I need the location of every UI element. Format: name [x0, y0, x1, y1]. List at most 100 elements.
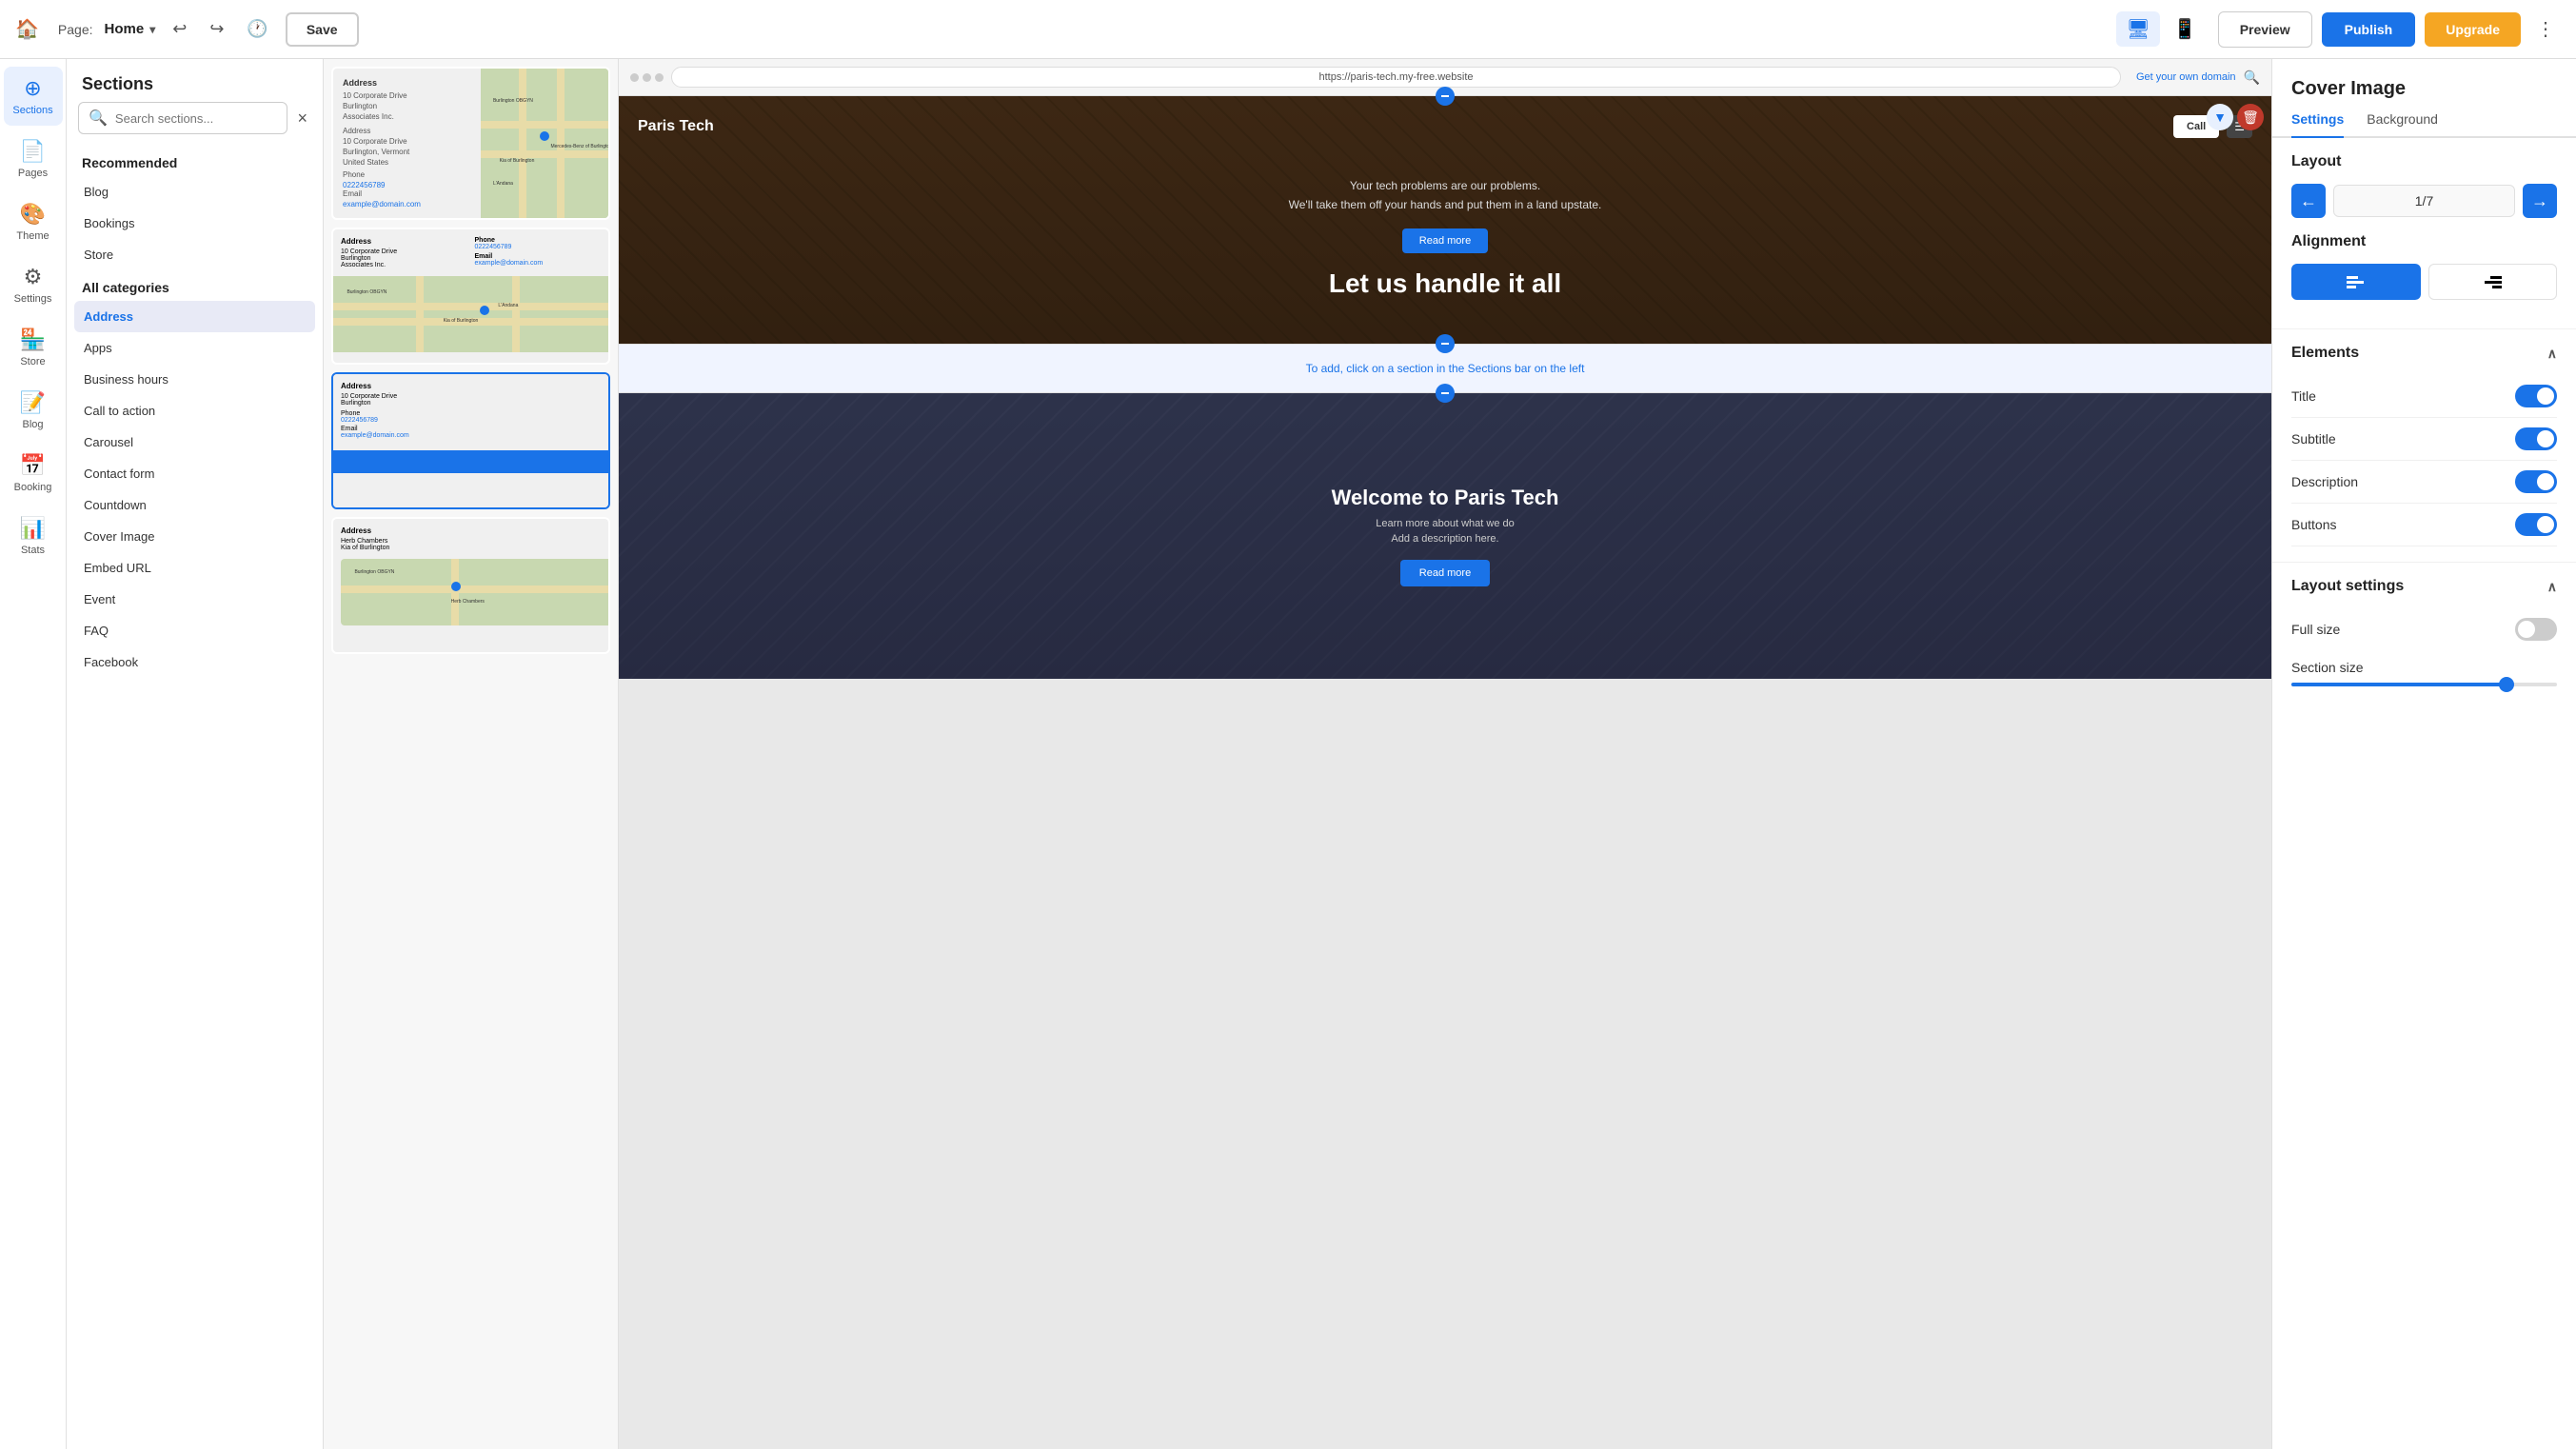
history-button[interactable]: 🕐	[241, 13, 273, 45]
toggle-subtitle-label: Subtitle	[2291, 431, 2336, 447]
hero-move-down-button[interactable]: ▼	[2207, 104, 2233, 130]
section-item-event[interactable]: Event	[74, 584, 315, 615]
sidebar-item-theme[interactable]: 🎨 Theme	[4, 192, 63, 251]
hero-bottom-drag-handle[interactable]	[1436, 334, 1455, 353]
section-item-store[interactable]: Store	[74, 239, 315, 270]
sidebar-item-settings[interactable]: ⚙ Settings	[4, 255, 63, 314]
fullsize-label: Full size	[2291, 622, 2340, 637]
thumb-inner-4: Address Herb Chambers Kia of Burlington …	[333, 519, 608, 652]
hero-subtitle: Your tech problems are our problems.	[1289, 179, 1602, 192]
page-selector[interactable]: Home ▾	[105, 21, 156, 37]
undo-button[interactable]: ↩	[167, 13, 192, 45]
upgrade-button[interactable]: Upgrade	[2425, 12, 2521, 47]
publish-button[interactable]: Publish	[2322, 12, 2416, 47]
add-section-text: To add, click on a section in the Sectio…	[1306, 362, 1585, 375]
sidebar-item-booking[interactable]: 📅 Booking	[4, 444, 63, 503]
align-left-button[interactable]	[2291, 264, 2421, 300]
close-icon[interactable]: ×	[293, 105, 311, 132]
page-label: Page:	[58, 22, 93, 37]
section-size-slider-track	[2291, 683, 2557, 686]
hero-read-more-button[interactable]: Read more	[1402, 228, 1488, 253]
toggle-description-switch[interactable]	[2515, 470, 2557, 493]
get-domain-link[interactable]: Get your own domain	[2136, 71, 2236, 83]
toggle-subtitle-switch[interactable]	[2515, 427, 2557, 450]
preview-button[interactable]: Preview	[2218, 11, 2312, 48]
section-size-label: Section size	[2291, 660, 2557, 675]
sidebar-item-store[interactable]: 🏪 Store	[4, 318, 63, 377]
thumb-inner-1: Address 10 Corporate Drive Burlington As…	[333, 69, 608, 218]
topbar-actions: Preview Publish Upgrade ⋮	[2218, 11, 2561, 48]
layout-control: ← 1/7 →	[2291, 184, 2557, 218]
stats-icon: 📊	[20, 516, 46, 541]
thumb1-text: Address 10 Corporate Drive Burlington As…	[333, 69, 481, 218]
home-icon[interactable]: 🏠	[15, 17, 39, 41]
slider-thumb[interactable]	[2499, 677, 2514, 692]
browser-search-icon[interactable]: 🔍	[2244, 69, 2260, 86]
layout-settings-chevron-icon: ∧	[2547, 579, 2557, 595]
sections-list: Recommended Blog Bookings Store All cate…	[67, 146, 323, 1449]
layout-settings-title[interactable]: Layout settings ∧	[2291, 578, 2557, 595]
fullsize-toggle[interactable]	[2515, 618, 2557, 641]
align-right-button[interactable]	[2428, 264, 2558, 300]
section-item-contact-form[interactable]: Contact form	[74, 458, 315, 489]
section-item-carousel[interactable]: Carousel	[74, 427, 315, 458]
toggle-buttons-label: Buttons	[2291, 517, 2336, 532]
section-item-countdown[interactable]: Countdown	[74, 489, 315, 521]
section-item-address[interactable]: Address	[74, 301, 315, 332]
elements-label: Elements	[2291, 345, 2359, 362]
thumb2-map: Burlington OBGYN Kia of Burlington L'And…	[333, 276, 608, 352]
section-item-faq[interactable]: FAQ	[74, 615, 315, 646]
device-switcher: 🖥 📱	[2116, 11, 2206, 47]
tab-background[interactable]: Background	[2367, 111, 2438, 138]
sidebar-label-store: Store	[20, 356, 45, 367]
hero-edit-controls: ▼ 🗑	[2207, 104, 2264, 130]
elements-section-title[interactable]: Elements ∧	[2291, 345, 2557, 362]
booking-icon: 📅	[20, 453, 46, 478]
desktop-view-button[interactable]: 🖥	[2116, 11, 2159, 47]
section-item-call-to-action[interactable]: Call to action	[74, 395, 315, 427]
welcome-desc: Add a description here.	[1391, 533, 1498, 545]
redo-button[interactable]: ↪	[204, 13, 229, 45]
hero-brand: Paris Tech	[638, 118, 714, 135]
thumbnail-4[interactable]: Address Herb Chambers Kia of Burlington …	[331, 517, 610, 654]
thumbnail-2[interactable]: Address 10 Corporate Drive Burlington As…	[331, 228, 610, 365]
toggle-title-switch[interactable]	[2515, 385, 2557, 407]
tab-settings[interactable]: Settings	[2291, 111, 2344, 138]
alignment-section-title: Alignment	[2291, 233, 2557, 250]
search-input[interactable]	[115, 111, 278, 126]
sections-icon: ⊕	[24, 76, 41, 101]
more-options-icon[interactable]: ⋮	[2530, 11, 2561, 47]
sidebar-item-pages[interactable]: 📄 Pages	[4, 129, 63, 189]
section-item-apps[interactable]: Apps	[74, 332, 315, 364]
sidebar-item-sections[interactable]: ⊕ Sections	[4, 67, 63, 126]
welcome-top-drag-handle[interactable]	[1436, 384, 1455, 403]
elements-section: Elements ∧ Title Subtitle Description Bu…	[2272, 329, 2576, 562]
hero-navbar: Paris Tech Call ☰	[638, 115, 2252, 138]
save-button[interactable]: Save	[286, 12, 359, 47]
thumbnail-1[interactable]: Address 10 Corporate Drive Burlington As…	[331, 67, 610, 220]
section-item-embed-url[interactable]: Embed URL	[74, 552, 315, 584]
mobile-view-button[interactable]: 📱	[2164, 11, 2207, 47]
blog-icon: 📝	[20, 390, 46, 415]
thumb-inner-2: Address 10 Corporate Drive Burlington As…	[333, 229, 608, 363]
toggle-title-row: Title	[2291, 375, 2557, 418]
layout-prev-button[interactable]: ←	[2291, 184, 2326, 218]
sidebar-item-stats[interactable]: 📊 Stats	[4, 506, 63, 566]
section-item-bookings[interactable]: Bookings	[74, 208, 315, 239]
hero-delete-button[interactable]: 🗑	[2237, 104, 2264, 130]
sidebar-label-settings: Settings	[14, 293, 52, 305]
toggle-title-label: Title	[2291, 388, 2316, 404]
section-item-blog[interactable]: Blog	[74, 176, 315, 208]
sections-search-area: 🔍 ×	[67, 102, 323, 146]
thumbnail-3[interactable]: Address 10 Corporate Drive Burlington Ph…	[331, 372, 610, 509]
hero-top-drag-handle[interactable]	[1436, 87, 1455, 106]
section-item-cover-image[interactable]: Cover Image	[74, 521, 315, 552]
section-item-facebook[interactable]: Facebook	[74, 646, 315, 678]
layout-next-button[interactable]: →	[2523, 184, 2557, 218]
section-item-business-hours[interactable]: Business hours	[74, 364, 315, 395]
welcome-read-more-button[interactable]: Read more	[1400, 560, 1490, 586]
toggle-description-label: Description	[2291, 474, 2358, 489]
welcome-section-wrapper: Welcome to Paris Tech Learn more about w…	[619, 393, 2271, 679]
sidebar-item-blog[interactable]: 📝 Blog	[4, 381, 63, 440]
toggle-buttons-switch[interactable]	[2515, 513, 2557, 536]
